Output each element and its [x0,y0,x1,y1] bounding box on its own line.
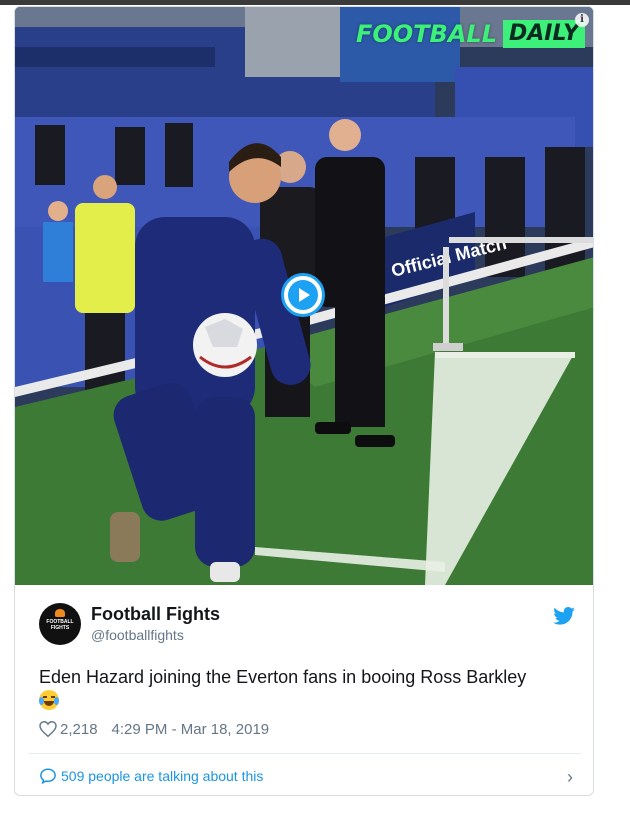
like-count[interactable]: 2,218 [60,721,98,738]
video-player[interactable]: Official Match FOOTBALL DAILY i [15,7,593,585]
author-handle[interactable]: @footballfights [91,627,184,643]
avatar[interactable]: FOOTBALL FIGHTS [39,603,81,645]
author-display-name[interactable]: Football Fights [91,604,220,625]
tweet-text: Eden Hazard joining the Everton fans in … [39,665,579,713]
avatar-flame-icon [55,609,65,617]
face-with-tears-of-joy-icon [39,690,59,710]
watermark-football: FOOTBALL [355,20,497,48]
conversation-label[interactable]: 509 people are talking about this [61,768,263,784]
embedded-tweet-card[interactable]: Official Match FOOTBALL DAILY i FOOTBALL… [14,6,594,796]
heart-icon[interactable] [39,721,57,737]
tweet-body: Eden Hazard joining the Everton fans in … [39,667,527,687]
window-top-edge [0,0,630,5]
avatar-label: FOOTBALL FIGHTS [46,619,74,631]
conversation-link[interactable]: 509 people are talking about this › [39,765,573,787]
speech-bubble-icon [40,768,56,785]
video-watermark: FOOTBALL DAILY [356,17,585,51]
tweet-author[interactable]: FOOTBALL FIGHTS Football Fights @footbal… [39,603,579,647]
tweet-meta: 2,218 4:29 PM - Mar 18, 2019 [39,719,269,739]
play-icon [288,280,318,310]
info-icon[interactable]: i [575,13,589,27]
play-button[interactable] [281,273,325,317]
twitter-bird-icon[interactable] [553,607,575,625]
chevron-right-icon[interactable]: › [567,767,573,788]
tweet-timestamp[interactable]: 4:29 PM - Mar 18, 2019 [112,721,270,738]
divider [29,753,581,754]
watermark-daily: DAILY [503,20,585,48]
